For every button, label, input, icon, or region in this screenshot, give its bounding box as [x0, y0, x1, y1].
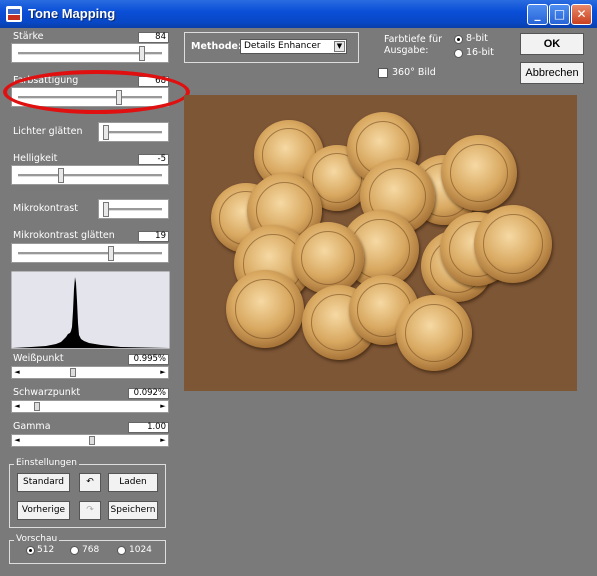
tone-mapping-window: Tone Mapping _ □ ✕ Stärke 84 Farbsättigu…	[0, 0, 597, 576]
schwarzpunkt-label: Schwarzpunkt	[13, 387, 81, 398]
lichter-label: Lichter glätten	[13, 126, 83, 137]
8bit-radio[interactable]	[454, 35, 463, 44]
maximize-button[interactable]: □	[549, 4, 570, 25]
bild360-label: 360° Bild	[392, 67, 436, 78]
laden-button[interactable]: Laden	[108, 473, 158, 492]
weisspunkt-label: Weißpunkt	[13, 353, 64, 364]
gamma-value[interactable]: 1.00	[128, 422, 169, 433]
window-title: Tone Mapping	[28, 6, 116, 21]
staerke-label: Stärke	[13, 31, 44, 42]
mikro-glaetten-label: Mikrokontrast glätten	[13, 230, 115, 241]
16bit-radio[interactable]	[454, 49, 463, 58]
ok-button[interactable]: OK	[520, 33, 584, 55]
gamma-scrollbar[interactable]: ◄ ►	[11, 434, 169, 447]
methode-value: Details Enhancer	[244, 41, 321, 51]
coin	[396, 295, 472, 371]
staerke-value[interactable]: 84	[138, 32, 169, 43]
undo-icon: ↶	[86, 477, 94, 487]
slider-thumb[interactable]	[139, 46, 145, 61]
weisspunkt-value[interactable]: 0.995%	[128, 354, 169, 365]
scroll-left-icon[interactable]: ◄	[12, 367, 22, 378]
bild360-checkbox[interactable]	[378, 68, 388, 78]
coin	[226, 270, 304, 348]
mikro-glaetten-slider[interactable]	[11, 243, 169, 263]
redo-icon: ↷	[86, 505, 94, 515]
minimize-button[interactable]: _	[527, 4, 548, 25]
staerke-slider[interactable]	[11, 43, 169, 63]
slider-thumb[interactable]	[58, 168, 64, 183]
coin	[292, 222, 364, 294]
slider-thumb[interactable]	[103, 125, 109, 140]
schwarzpunkt-value[interactable]: 0.092%	[128, 388, 169, 399]
vorschau-768-radio[interactable]	[70, 546, 79, 555]
slider-thumb[interactable]	[103, 202, 109, 217]
chevron-down-icon[interactable]: ▼	[334, 41, 345, 52]
scroll-left-icon[interactable]: ◄	[12, 401, 22, 412]
vorschau-1024-radio[interactable]	[117, 546, 126, 555]
vorschau-768-label: 768	[82, 545, 100, 555]
coin	[441, 135, 517, 211]
vorherige-button[interactable]: Vorherige	[17, 501, 70, 520]
scroll-thumb[interactable]	[34, 402, 40, 411]
mikrokontrast-label: Mikrokontrast	[13, 203, 78, 214]
schwarzpunkt-scrollbar[interactable]: ◄ ►	[11, 400, 169, 413]
vorschau-512-radio[interactable]	[26, 546, 35, 555]
slider-track	[105, 131, 162, 134]
slider-track	[18, 252, 162, 255]
close-button[interactable]: ✕	[571, 4, 592, 25]
title-bar[interactable]: Tone Mapping _ □ ✕	[0, 0, 597, 28]
gamma-label: Gamma	[13, 421, 51, 432]
vorschau-title: Vorschau	[14, 534, 60, 544]
einstellungen-title: Einstellungen	[14, 458, 80, 468]
slider-track	[18, 174, 162, 177]
8bit-label: 8-bit	[466, 33, 488, 44]
scroll-right-icon[interactable]: ►	[158, 367, 168, 378]
abbrechen-button[interactable]: Abbrechen	[520, 62, 584, 84]
undo-button[interactable]: ↶	[79, 473, 101, 492]
histogram	[11, 271, 170, 349]
methode-label: Methode:	[191, 41, 242, 52]
standard-button[interactable]: Standard	[17, 473, 70, 492]
helligkeit-value[interactable]: -5	[138, 154, 169, 165]
weisspunkt-scrollbar[interactable]: ◄ ►	[11, 366, 169, 379]
helligkeit-label: Helligkeit	[13, 153, 58, 164]
coin	[474, 205, 552, 283]
slider-track	[105, 208, 162, 211]
vorschau-1024-label: 1024	[129, 545, 152, 555]
mikro-glaetten-value[interactable]: 19	[138, 231, 169, 242]
16bit-label: 16-bit	[466, 47, 494, 58]
lichter-slider[interactable]	[98, 122, 169, 142]
annotation-ellipse	[3, 70, 190, 114]
vorschau-512-label: 512	[37, 545, 55, 555]
scroll-thumb[interactable]	[89, 436, 95, 445]
slider-thumb[interactable]	[108, 246, 114, 261]
methode-dropdown[interactable]: Details Enhancer ▼	[240, 39, 347, 54]
scroll-right-icon[interactable]: ►	[158, 401, 168, 412]
scroll-right-icon[interactable]: ►	[158, 435, 168, 446]
mikrokontrast-slider[interactable]	[98, 199, 169, 219]
preview-image	[184, 95, 577, 391]
app-icon	[6, 6, 22, 22]
redo-button[interactable]: ↷	[79, 501, 101, 520]
scroll-left-icon[interactable]: ◄	[12, 435, 22, 446]
farbtiefe-label: Farbtiefe für Ausgabe:	[384, 34, 443, 56]
speichern-button[interactable]: Speichern	[108, 501, 158, 520]
scroll-thumb[interactable]	[70, 368, 76, 377]
helligkeit-slider[interactable]	[11, 165, 169, 185]
